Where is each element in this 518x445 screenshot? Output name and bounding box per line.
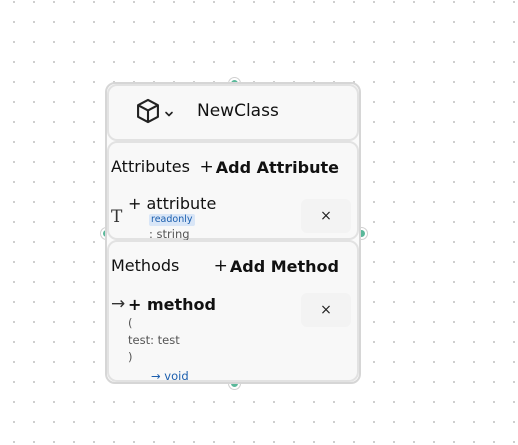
attribute-name[interactable]: + attribute — [128, 194, 216, 213]
methods-title: Methods — [111, 256, 180, 275]
add-method-label: Add Method — [229, 256, 339, 276]
params-close-paren: ) — [128, 350, 133, 364]
method-parameter[interactable]: test: test — [128, 333, 180, 347]
add-attribute-button[interactable]: + Add Attribute — [191, 152, 347, 182]
add-attribute-label: Add Attribute — [215, 157, 339, 177]
text-type-icon: T — [111, 207, 123, 227]
chevron-down-icon — [164, 104, 174, 123]
class-name[interactable]: NewClass — [197, 101, 279, 121]
close-icon: × — [320, 302, 332, 318]
methods-section: Methods + Add Method → + method ( test: … — [107, 240, 359, 383]
readonly-badge: readonly — [149, 214, 195, 226]
method-name[interactable]: + method — [128, 295, 216, 314]
delete-method-button[interactable]: × — [301, 293, 351, 327]
delete-attribute-button[interactable]: × — [301, 199, 351, 233]
attribute-type[interactable]: : string — [149, 227, 190, 241]
class-header: NewClass — [107, 84, 359, 141]
class-type-button[interactable] — [127, 95, 181, 131]
arrow-right-icon: → — [111, 294, 126, 314]
return-type[interactable]: → void — [151, 369, 189, 383]
attributes-section: Attributes + Add Attribute T + attribute… — [107, 141, 359, 241]
class-node[interactable]: NewClass Attributes + Add Attribute T + … — [105, 82, 361, 384]
params-open-paren: ( — [128, 316, 133, 330]
add-method-button[interactable]: + Add Method — [206, 251, 347, 281]
plus-icon: + — [199, 157, 214, 177]
attributes-title: Attributes — [111, 157, 190, 176]
close-icon: × — [320, 208, 332, 224]
plus-icon: + — [213, 256, 228, 276]
cube-icon — [134, 97, 162, 129]
